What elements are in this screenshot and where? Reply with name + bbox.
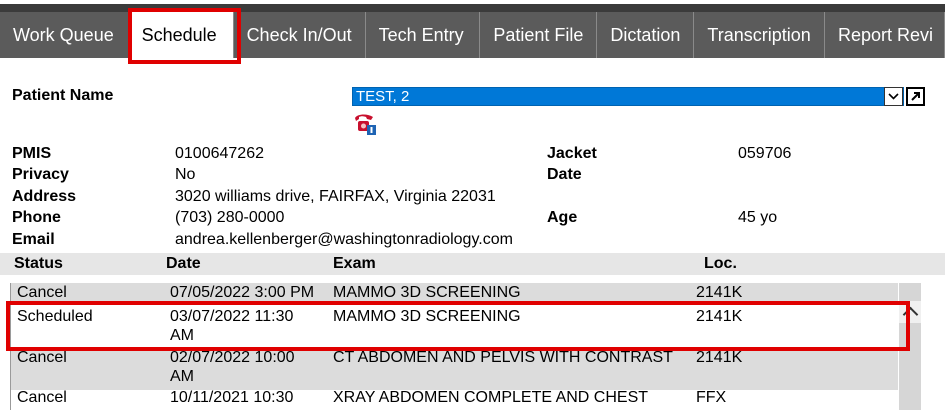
tab-patient-file[interactable]: Patient File — [480, 12, 598, 58]
appointments-table-header — [0, 253, 945, 275]
privacy-value: No — [175, 166, 196, 183]
cell-exam: MAMMO 3D SCREENING — [333, 308, 521, 325]
pmis-label: PMIS — [12, 145, 52, 162]
tab-tech-entry[interactable]: Tech Entry — [366, 12, 481, 58]
cell-date: 07/05/2022 3:00 PM — [170, 284, 315, 301]
tab-transcription[interactable]: Transcription — [694, 12, 826, 58]
column-header-date[interactable]: Date — [166, 255, 201, 273]
cell-loc: FFX — [696, 389, 727, 406]
address-label: Address — [12, 188, 77, 205]
patient-name-label: Patient Name — [12, 87, 114, 104]
address-value: 3020 williams drive, FAIRFAX, Virginia 2… — [175, 188, 496, 205]
column-header-loc[interactable]: Loc. — [704, 255, 737, 273]
title-strip — [0, 0, 945, 12]
cell-status: Scheduled — [17, 308, 93, 325]
main-tab-bar: Work Queue Schedule Check In/Out Tech Entry… — [0, 12, 945, 58]
patient-name-select[interactable]: TEST, 2 — [352, 87, 904, 106]
popout-icon[interactable] — [906, 87, 925, 106]
chevron-up-icon[interactable] — [899, 301, 921, 323]
table-row[interactable]: Cancel 10/11/2021 10:30 XRAY ABDOMEN COMPL… — [11, 389, 898, 410]
cell-date: 02/07/2022 10:00 AM — [170, 349, 295, 385]
phone-value: (703) 280-0000 — [175, 209, 285, 226]
table-row[interactable]: Cancel 07/05/2022 3:00 PM MAMMO 3D SCREENI… — [11, 283, 898, 302]
column-header-exam[interactable]: Exam — [333, 255, 376, 273]
jacket-value: 059706 — [738, 145, 792, 162]
cell-loc: 2141K — [696, 308, 743, 325]
chevron-down-icon[interactable] — [884, 87, 903, 106]
cell-exam: MAMMO 3D SCREENING — [333, 284, 521, 301]
tab-schedule[interactable]: Schedule — [128, 12, 234, 58]
age-value: 45 yo — [738, 209, 778, 226]
table-row[interactable]: Scheduled 03/07/2022 11:30 AM MAMMO 3D SCR… — [11, 302, 898, 350]
cell-exam: XRAY ABDOMEN COMPLETE AND CHEST — [333, 389, 649, 406]
tab-check-in-out[interactable]: Check In/Out — [234, 12, 366, 58]
cell-status: Cancel — [17, 389, 67, 406]
privacy-label: Privacy — [12, 166, 69, 183]
pmis-value: 0100647262 — [175, 145, 264, 162]
tab-work-queue[interactable]: Work Queue — [0, 12, 129, 58]
cell-loc: 2141K — [696, 349, 743, 366]
phone-label: Phone — [12, 209, 61, 226]
column-header-status[interactable]: Status — [14, 255, 63, 273]
email-label: Email — [12, 231, 55, 248]
email-value: andrea.kellenberger@washingtonradiology.… — [175, 231, 513, 248]
cell-date: 03/07/2022 11:30 AM — [170, 308, 294, 344]
cell-loc: 2141K — [696, 284, 743, 301]
cell-date: 10/11/2021 10:30 — [170, 389, 294, 406]
table-scrollbar[interactable] — [899, 283, 921, 410]
phone-info-icon[interactable] — [353, 112, 377, 136]
jacket-label: Jacket — [547, 145, 597, 162]
age-label: Age — [547, 209, 578, 226]
cell-exam: CT ABDOMEN AND PELVIS WITH CONTRAST — [333, 349, 673, 366]
appointments-table: Cancel 07/05/2022 3:00 PM MAMMO 3D SCREENI… — [10, 283, 898, 410]
tab-dictation[interactable]: Dictation — [597, 12, 695, 58]
date-label: Date — [547, 166, 582, 183]
table-row[interactable]: Cancel 02/07/2022 10:00 AM CT ABDOMEN AND … — [11, 349, 898, 390]
tab-report-revi[interactable]: Report Revi — [825, 12, 945, 58]
cell-status: Cancel — [17, 349, 67, 366]
cell-status: Cancel — [17, 284, 67, 301]
patient-name-value: TEST, 2 — [356, 88, 410, 105]
